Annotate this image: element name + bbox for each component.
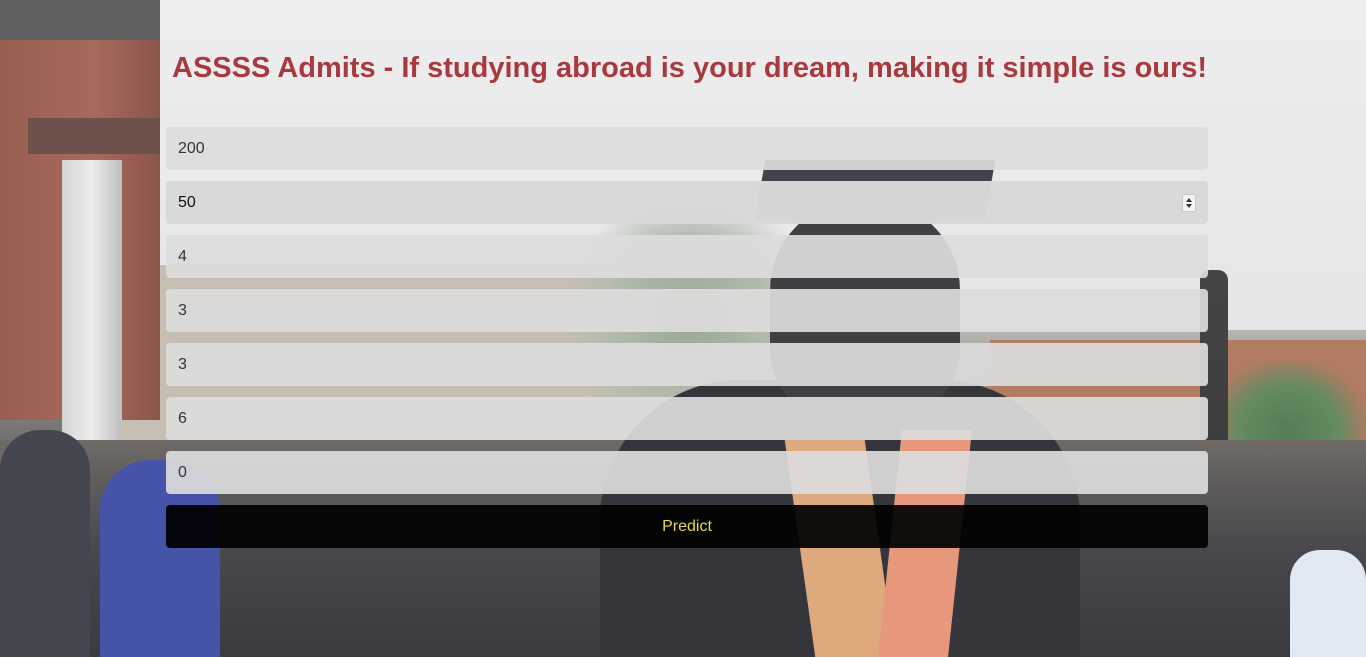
number-spinner-icon[interactable]	[1182, 194, 1196, 212]
input-field-2-value: 50	[178, 194, 196, 211]
spinner-up-arrow-icon[interactable]	[1186, 198, 1192, 202]
input-field-5[interactable]: 3	[166, 343, 1208, 386]
spinner-down-arrow-icon[interactable]	[1186, 204, 1192, 208]
input-field-4[interactable]: 3	[166, 289, 1208, 332]
input-field-1[interactable]: 200	[166, 127, 1208, 170]
input-field-3[interactable]: 4	[166, 235, 1208, 278]
predict-button[interactable]: Predict	[166, 505, 1208, 548]
page-title: ASSSS Admits - If studying abroad is you…	[172, 52, 1208, 84]
input-field-7[interactable]: 0	[166, 451, 1208, 494]
input-field-6[interactable]: 6	[166, 397, 1208, 440]
input-field-2-number[interactable]: 50	[166, 181, 1208, 224]
